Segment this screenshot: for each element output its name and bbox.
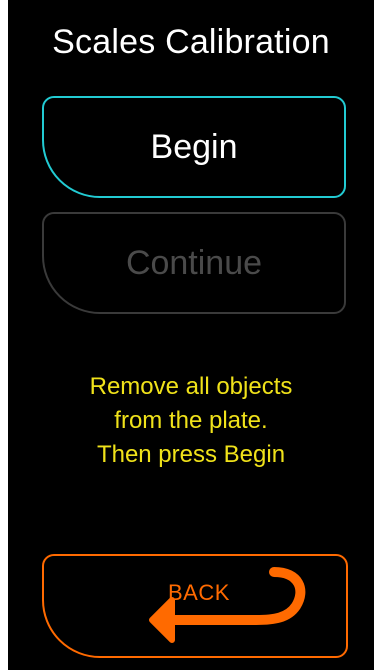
begin-button-label: Begin: [150, 127, 238, 166]
instruction-line-1: Remove all objects: [89, 373, 293, 400]
continue-button[interactable]: Continue: [42, 212, 346, 314]
instruction-line-2: from the plate.: [114, 407, 268, 434]
back-button[interactable]: BACK: [42, 554, 348, 658]
back-button-label: BACK: [168, 580, 230, 605]
instruction-line-3: Then press Begin: [96, 441, 286, 468]
begin-button[interactable]: Begin: [42, 96, 346, 198]
page-title: Scales Calibration: [52, 23, 330, 61]
calibration-screen: Scales Calibration Begin Continue Remove…: [8, 0, 374, 670]
continue-button-label: Continue: [125, 243, 263, 282]
instruction-message: Remove all objects from the plate. Then …: [8, 370, 374, 472]
back-arrow-icon: [149, 567, 306, 643]
